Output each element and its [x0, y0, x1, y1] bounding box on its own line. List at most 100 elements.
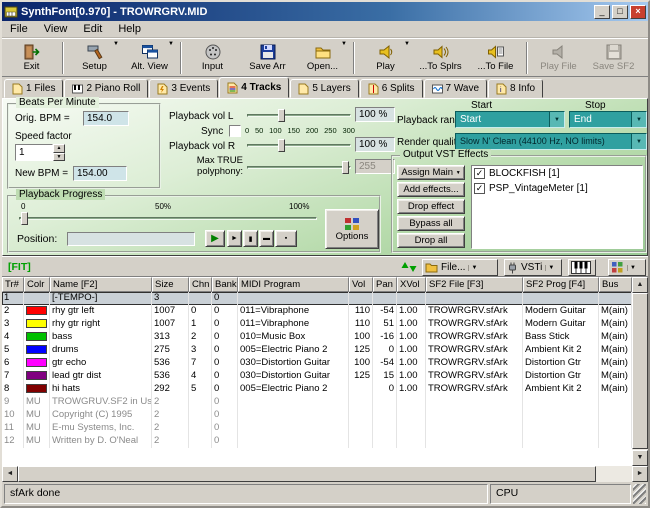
playback-stop-select[interactable]: End ▼: [569, 111, 647, 128]
track-row-11[interactable]: 11MUE-mu Systems, Inc.20: [2, 422, 648, 435]
track-row-12[interactable]: 12MUWritten by D. O'Neal20: [2, 435, 648, 448]
tab-events[interactable]: 3 Events: [149, 79, 218, 98]
track-row-3[interactable]: 3rhy gtr right100710011=Vibraphone110511…: [2, 318, 648, 331]
track-row-4[interactable]: 4bass31320010=Music Box100-161.00TROWRGR…: [2, 331, 648, 344]
track-row-9[interactable]: 9MUTROWGRUV.SF2 in User B20: [2, 396, 648, 409]
column-header-bank[interactable]: Bank: [212, 277, 238, 292]
column-header-vol[interactable]: Vol: [349, 277, 373, 292]
track-row-6[interactable]: 6gtr echo53670030=Distortion Guitar100-5…: [2, 357, 648, 370]
drop-all-button[interactable]: Drop all: [397, 233, 465, 248]
menu-view[interactable]: View: [36, 22, 76, 36]
column-header-size[interactable]: Size: [152, 277, 189, 292]
track-color-swatch[interactable]: [26, 319, 47, 328]
speed-factor-value[interactable]: 1: [15, 144, 53, 161]
save-arrangement-button[interactable]: Save Arr: [240, 40, 295, 76]
title-bar[interactable]: SynthFont[0.970] - TROWRGRV.MID _ □ ×: [2, 2, 648, 21]
chevron-down-icon[interactable]: ▼: [468, 265, 479, 271]
track-row-10[interactable]: 10MUCopyright (C) 199520: [2, 409, 648, 422]
vst-effect-item[interactable]: ✓PSP_VintageMeter [1]: [472, 181, 642, 196]
column-header-name[interactable]: Name [F2]: [50, 277, 152, 292]
play-file-button[interactable]: Play File: [531, 40, 586, 76]
slider-thumb[interactable]: [342, 161, 349, 174]
chevron-down-icon[interactable]: ▼: [168, 41, 174, 47]
bypass-all-button[interactable]: Bypass all: [397, 216, 465, 231]
track-color-swatch[interactable]: [26, 371, 47, 380]
file-menu-button[interactable]: File... ▼: [422, 259, 498, 276]
column-header-xvol[interactable]: XVol: [397, 277, 426, 292]
view-grid-button[interactable]: ▼: [608, 259, 646, 276]
render-quality-select[interactable]: Slow N' Clean (44100 Hz, NO limits) ▼: [455, 133, 647, 150]
column-header-chn[interactable]: Chn: [189, 277, 212, 292]
scroll-left-button[interactable]: ◄: [2, 466, 18, 482]
position-slider[interactable]: [19, 212, 317, 225]
tab-tracks[interactable]: 4 Tracks: [219, 77, 289, 98]
chevron-down-icon[interactable]: ▼: [404, 41, 410, 47]
track-row-2[interactable]: 2rhy gtr left100700011=Vibraphone110-541…: [2, 305, 648, 318]
speed-factor-input[interactable]: 1 ▲ ▼: [15, 144, 65, 161]
scroll-right-button[interactable]: ►: [632, 466, 648, 482]
vst-effect-item[interactable]: ✓BLOCKFISH [1]: [472, 166, 642, 181]
spin-up-button[interactable]: ▲: [53, 144, 65, 153]
scroll-up-button[interactable]: ▲: [632, 277, 648, 293]
vol-r-slider[interactable]: [247, 139, 351, 152]
slider-thumb[interactable]: [278, 139, 285, 152]
setup-button[interactable]: ▼ Setup: [67, 40, 122, 76]
chevron-down-icon[interactable]: ▼: [631, 112, 646, 127]
resize-grip[interactable]: [633, 484, 646, 504]
tab-wave[interactable]: 7 Wave: [424, 79, 488, 98]
slider-thumb[interactable]: [278, 109, 285, 122]
close-button[interactable]: ×: [630, 5, 646, 19]
vol-l-slider[interactable]: [247, 109, 351, 122]
exit-button[interactable]: Exit: [4, 40, 59, 76]
spin-down-button[interactable]: ▼: [53, 153, 65, 162]
playback-start-select[interactable]: Start ▼: [455, 111, 565, 128]
vertical-scrollbar[interactable]: ▲ ▼: [632, 277, 648, 466]
column-header-sf2prog[interactable]: SF2 Prog [F4]: [523, 277, 599, 292]
column-header-pan[interactable]: Pan: [373, 277, 397, 292]
column-header-bus[interactable]: Bus: [599, 277, 632, 292]
transport-button-2[interactable]: ▮: [243, 230, 258, 247]
transport-button-3[interactable]: ▬: [259, 230, 274, 247]
piano-button[interactable]: [568, 259, 596, 276]
save-sf2-button[interactable]: Save SF2: [586, 40, 641, 76]
tab-splits[interactable]: 6 Splits: [360, 79, 423, 98]
sync-checkbox[interactable]: [229, 125, 241, 137]
chevron-down-icon[interactable]: ▼: [341, 41, 347, 47]
chevron-down-icon[interactable]: ▼: [631, 134, 646, 149]
to-speakers-button[interactable]: ...To Splrs: [413, 40, 468, 76]
column-header-sf2file[interactable]: SF2 File [F3]: [426, 277, 523, 292]
play-button[interactable]: ▼ Play: [358, 40, 413, 76]
minimize-button[interactable]: _: [594, 5, 610, 19]
slider-thumb[interactable]: [21, 212, 28, 225]
vst-effect-checkbox[interactable]: ✓: [474, 183, 485, 194]
horizontal-scrollbar[interactable]: ◄ ►: [2, 466, 648, 482]
vst-effect-checkbox[interactable]: ✓: [474, 168, 485, 179]
track-row-8[interactable]: 8hi hats29250005=Electric Piano 201.00TR…: [2, 383, 648, 396]
tab-layers[interactable]: 5 Layers: [290, 79, 358, 98]
maximize-button[interactable]: □: [612, 5, 628, 19]
scroll-thumb[interactable]: [632, 293, 648, 449]
column-header-tr[interactable]: Tr#: [2, 277, 24, 292]
chevron-down-icon[interactable]: ▼: [113, 41, 119, 47]
assign-main-button[interactable]: Assign Main ▼: [397, 165, 465, 180]
column-header-midi[interactable]: MIDI Program: [238, 277, 349, 292]
transport-button-1[interactable]: ►: [227, 230, 242, 247]
menu-help[interactable]: Help: [110, 22, 149, 36]
open-button[interactable]: ▼ Open...: [295, 40, 350, 76]
drop-effect-button[interactable]: Drop effect: [397, 199, 465, 214]
menu-edit[interactable]: Edit: [75, 22, 110, 36]
chevron-down-icon[interactable]: ▼: [627, 265, 638, 271]
tab-info[interactable]: i8 Info: [488, 79, 543, 98]
transport-play-button[interactable]: ▶: [205, 230, 225, 247]
track-color-swatch[interactable]: [26, 332, 47, 341]
track-row-1[interactable]: 1[-TEMPO-]30: [2, 292, 648, 305]
chevron-down-icon[interactable]: ▼: [549, 112, 564, 127]
alt-view-button[interactable]: ▼ Alt. View: [122, 40, 177, 76]
menu-file[interactable]: File: [2, 22, 36, 36]
tab-piano-roll[interactable]: 2 Piano Roll: [64, 79, 148, 98]
chevron-down-icon[interactable]: ▼: [545, 265, 556, 271]
tab-files[interactable]: 1 Files: [4, 79, 63, 98]
track-row-7[interactable]: 7lead gtr dist53640030=Distortion Guitar…: [2, 370, 648, 383]
track-color-swatch[interactable]: [26, 306, 47, 315]
track-color-swatch[interactable]: [26, 345, 47, 354]
